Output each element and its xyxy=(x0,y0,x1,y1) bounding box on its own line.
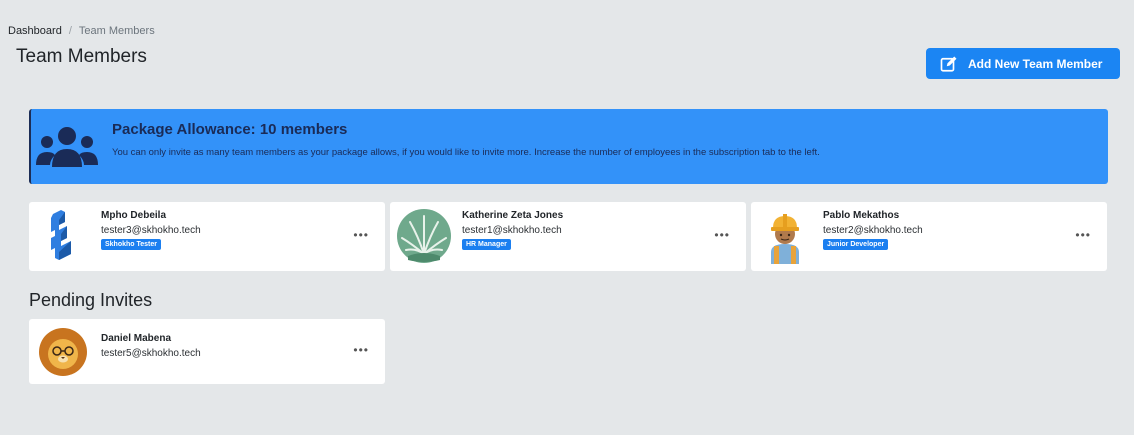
breadcrumb: Dashboard / Team Members xyxy=(8,25,155,37)
breadcrumb-separator: / xyxy=(68,25,72,37)
member-card: Katherine Zeta Jones tester1@skhokho.tec… xyxy=(390,202,746,271)
lion-avatar xyxy=(39,328,87,376)
alert-title: Package Allowance: 10 members xyxy=(112,121,348,138)
member-name: Mpho Debeila xyxy=(101,210,167,221)
member-email: tester2@skhokho.tech xyxy=(823,225,923,236)
breadcrumb-dashboard-link[interactable]: Dashboard xyxy=(8,25,62,37)
aloe-plant-avatar xyxy=(397,209,451,263)
more-options-icon[interactable]: ••• xyxy=(353,343,369,357)
add-team-member-label: Add New Team Member xyxy=(968,56,1103,71)
breadcrumb-current: Team Members xyxy=(78,25,155,37)
invite-name: Daniel Mabena xyxy=(101,333,172,344)
edit-icon xyxy=(940,56,957,72)
alert-text: You can only invite as many team members… xyxy=(112,147,820,158)
member-card: Mpho Debeila tester3@skhokho.tech Skhokh… xyxy=(29,202,385,271)
page-title: Team Members xyxy=(16,46,147,67)
more-options-icon[interactable]: ••• xyxy=(1075,228,1091,242)
pending-invite-card: Daniel Mabena tester5@skhokho.tech ••• xyxy=(29,319,385,384)
package-allowance-alert: Package Allowance: 10 members You can on… xyxy=(29,109,1108,184)
more-options-icon[interactable]: ••• xyxy=(353,228,369,242)
role-badge: Skhokho Tester xyxy=(101,239,161,250)
pending-invites-title: Pending Invites xyxy=(29,290,153,310)
member-name: Pablo Mekathos xyxy=(823,210,900,221)
invite-email: tester5@skhokho.tech xyxy=(101,348,201,359)
member-email: tester3@skhokho.tech xyxy=(101,225,201,236)
member-card: Pablo Mekathos tester2@skhokho.tech Juni… xyxy=(751,202,1107,271)
blue-staircase-avatar xyxy=(51,210,71,260)
role-badge: Junior Developer xyxy=(823,239,889,250)
add-team-member-button[interactable]: Add New Team Member xyxy=(926,48,1120,79)
more-options-icon[interactable]: ••• xyxy=(714,228,730,242)
users-group-icon xyxy=(36,127,98,167)
role-badge: HR Manager xyxy=(462,239,511,250)
construction-worker-avatar xyxy=(771,214,799,264)
member-email: tester1@skhokho.tech xyxy=(462,225,562,236)
member-name: Katherine Zeta Jones xyxy=(462,210,564,221)
